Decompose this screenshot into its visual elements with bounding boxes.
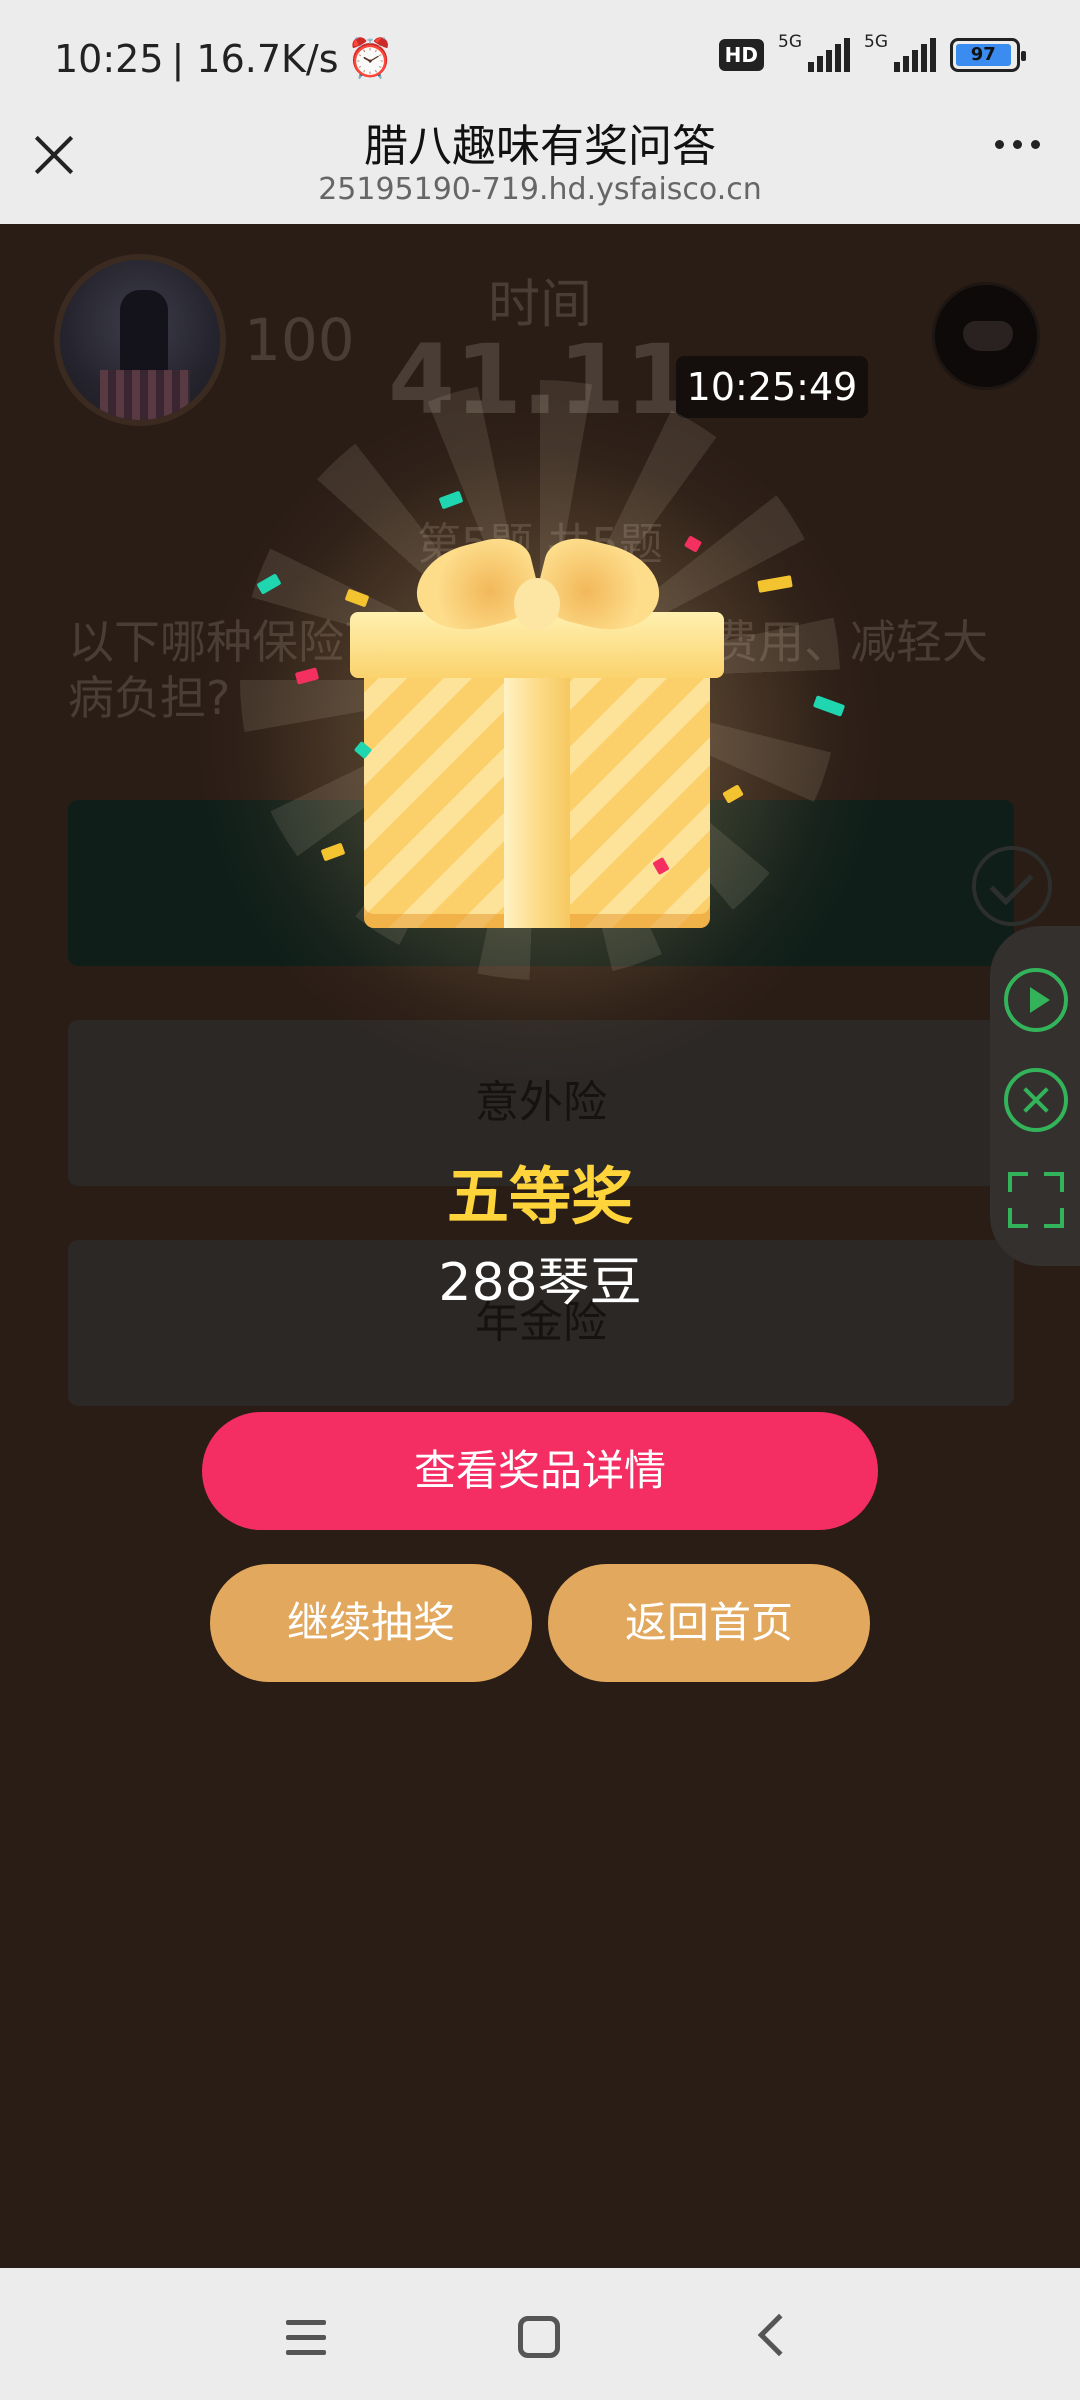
play-icon[interactable] bbox=[1004, 968, 1068, 1032]
hd-badge: HD bbox=[718, 39, 764, 71]
signal-icon: 5G bbox=[778, 32, 850, 72]
checkmark-icon bbox=[972, 846, 1052, 926]
status-time: 10:25 bbox=[54, 36, 164, 81]
home-icon[interactable] bbox=[518, 2316, 560, 2358]
network-type-label-2: 5G bbox=[864, 32, 888, 52]
network-speed: | 16.7K/s bbox=[171, 36, 339, 81]
battery-level: 97 bbox=[956, 44, 1011, 66]
continue-draw-button[interactable]: 继续抽奖 bbox=[210, 1564, 532, 1682]
status-left: 10:25 | 16.7K/s ⏰ bbox=[54, 36, 394, 81]
browser-header: 腊八趣味有奖问答 25195190-719.hd.ysfaisco.cn bbox=[0, 100, 1080, 224]
prize-level: 五等奖 bbox=[446, 1160, 633, 1233]
clock-badge: 10:25:49 bbox=[676, 356, 868, 418]
close-circle-icon[interactable] bbox=[1004, 1068, 1068, 1132]
prize-name: 288琴豆 bbox=[438, 1253, 642, 1313]
return-home-button[interactable]: 返回首页 bbox=[548, 1564, 870, 1682]
alarm-icon: ⏰ bbox=[346, 36, 394, 80]
sound-icon[interactable] bbox=[932, 282, 1040, 390]
network-type-label: 5G bbox=[778, 32, 802, 52]
page-url: 25195190-719.hd.ysfaisco.cn bbox=[318, 172, 762, 207]
more-options-icon[interactable] bbox=[995, 140, 1040, 149]
view-prize-details-button[interactable]: 查看奖品详情 bbox=[202, 1412, 878, 1530]
status-right: HD 5G 5G 97 bbox=[718, 32, 1026, 72]
menu-icon[interactable] bbox=[286, 2320, 326, 2356]
system-nav-bar bbox=[0, 2268, 1080, 2400]
back-icon[interactable] bbox=[757, 2313, 801, 2357]
page-title: 腊八趣味有奖问答 bbox=[364, 121, 716, 172]
signal-icon-2: 5G bbox=[864, 32, 936, 72]
status-bar: 10:25 | 16.7K/s ⏰ HD 5G 5G 97 bbox=[0, 0, 1080, 100]
battery-icon: 97 bbox=[950, 38, 1026, 72]
